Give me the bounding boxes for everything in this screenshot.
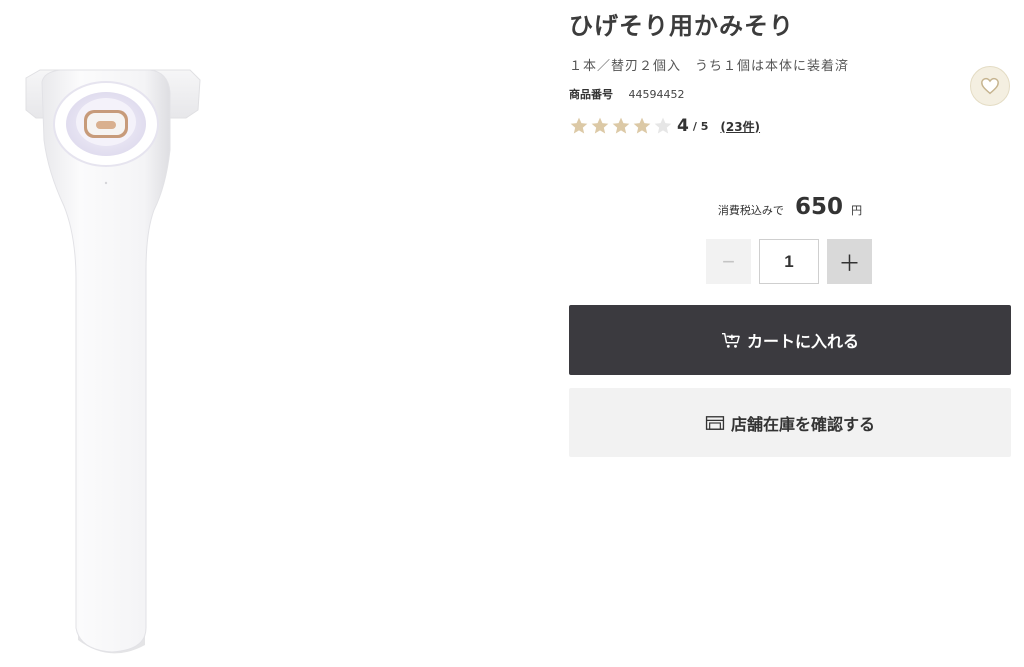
price-label: 消費税込みで [717, 204, 784, 217]
quantity-stepper: − ＋ [706, 239, 872, 284]
rating: 4 / 5 (23件) [569, 114, 760, 138]
product-image [0, 0, 560, 667]
rating-score: 4 [677, 116, 689, 136]
quantity-input[interactable] [759, 239, 819, 284]
sku-label: 商品番号 [569, 88, 613, 101]
store-icon [705, 415, 725, 430]
star-icon [591, 117, 609, 134]
price-unit: 円 [851, 204, 863, 217]
sku-value: 44594452 [628, 88, 685, 101]
product-subtitle: １本／替刃２個入 うち１個は本体に装着済 [569, 59, 850, 74]
star-icon [570, 117, 588, 134]
add-to-cart-button[interactable]: カートに入れる [569, 305, 1011, 375]
check-store-stock-label: 店舗在庫を確認する [730, 414, 875, 434]
check-store-stock-button[interactable]: 店舗在庫を確認する [569, 388, 1011, 457]
star-icon [612, 117, 630, 134]
add-to-cart-label: カートに入れる [746, 332, 859, 351]
cart-icon [721, 332, 740, 348]
product-sku: 商品番号 44594452 [569, 86, 685, 102]
price: 消費税込みで 650 円 [569, 194, 1011, 220]
razor-image [25, 69, 201, 654]
price-value: 650 [794, 194, 843, 220]
star-icon [654, 117, 672, 134]
rating-max: / 5 [692, 119, 709, 133]
quantity-increase-button[interactable]: ＋ [827, 239, 872, 284]
star-icon [633, 117, 651, 134]
rating-stars [569, 116, 673, 136]
product-title: ひげそり用かみそり [569, 12, 794, 40]
product-info: ひげそり用かみそり １本／替刃２個入 うち１個は本体に装着済 商品番号 4459… [569, 0, 1011, 667]
review-count-link[interactable]: (23件) [720, 118, 760, 135]
quantity-decrease-button[interactable]: − [706, 239, 751, 284]
